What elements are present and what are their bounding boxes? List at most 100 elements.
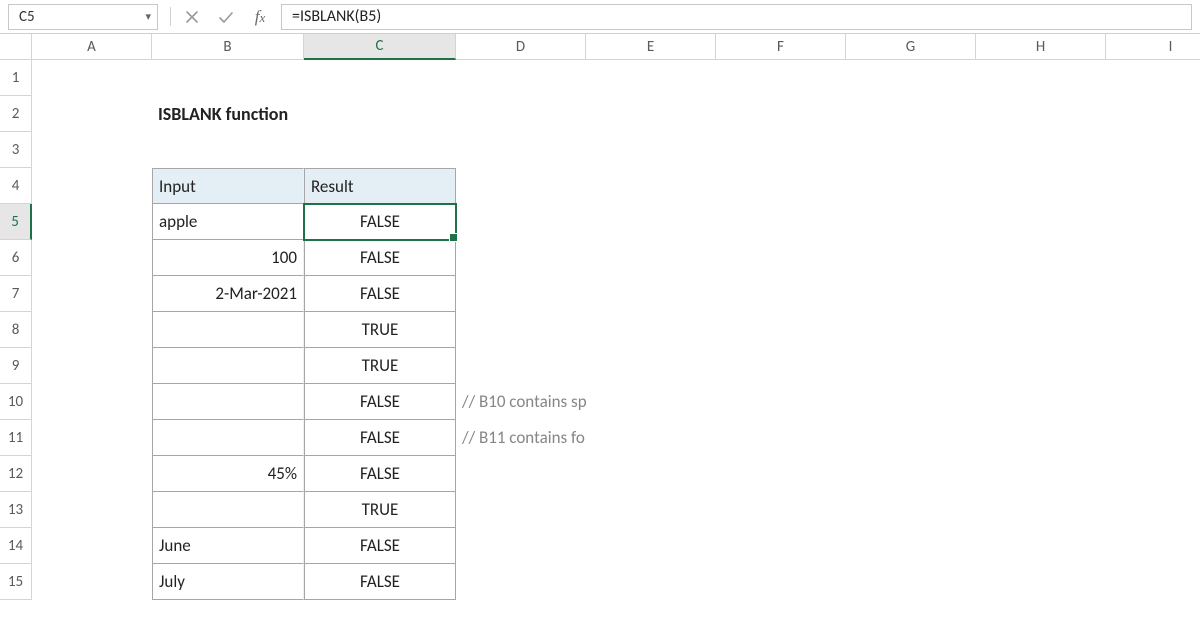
- cell-E6[interactable]: [586, 240, 716, 276]
- cell-B3[interactable]: [152, 132, 304, 168]
- row-header-7[interactable]: 7: [0, 276, 32, 312]
- cell-I7[interactable]: [1106, 276, 1200, 312]
- cell-F11[interactable]: [716, 420, 846, 456]
- cell-H9[interactable]: [976, 348, 1106, 384]
- cell-I11[interactable]: [1106, 420, 1200, 456]
- cell-A11[interactable]: [32, 420, 152, 456]
- cell-D4[interactable]: [456, 168, 586, 204]
- column-header-I[interactable]: I: [1106, 34, 1200, 60]
- cell-H6[interactable]: [976, 240, 1106, 276]
- cell-A15[interactable]: [32, 564, 152, 600]
- table-header-result[interactable]: Result: [304, 168, 456, 204]
- cell-D8[interactable]: [456, 312, 586, 348]
- table-cell-input[interactable]: [152, 312, 304, 348]
- cell-G1[interactable]: [846, 60, 976, 96]
- cell-D9[interactable]: [456, 348, 586, 384]
- name-box[interactable]: C5 ▾: [8, 4, 158, 30]
- table-cell-result[interactable]: FALSE: [304, 276, 456, 312]
- cell-A13[interactable]: [32, 492, 152, 528]
- cell-E15[interactable]: [586, 564, 716, 600]
- cell-C3[interactable]: [304, 132, 456, 168]
- row-header-3[interactable]: 3: [0, 132, 32, 168]
- cell-H15[interactable]: [976, 564, 1106, 600]
- cell-B1[interactable]: [152, 60, 304, 96]
- table-cell-result[interactable]: FALSE: [304, 528, 456, 564]
- row-header-9[interactable]: 9: [0, 348, 32, 384]
- cell-H14[interactable]: [976, 528, 1106, 564]
- table-cell-input[interactable]: 100: [152, 240, 304, 276]
- table-cell-result[interactable]: FALSE: [304, 564, 456, 600]
- cell-E5[interactable]: [586, 204, 716, 240]
- cell-H13[interactable]: [976, 492, 1106, 528]
- cell-F2[interactable]: [716, 96, 846, 132]
- row-header-6[interactable]: 6: [0, 240, 32, 276]
- table-cell-input[interactable]: apple: [152, 204, 304, 240]
- cell-A1[interactable]: [32, 60, 152, 96]
- row-header-14[interactable]: 14: [0, 528, 32, 564]
- cell-I2[interactable]: [1106, 96, 1200, 132]
- cell-G5[interactable]: [846, 204, 976, 240]
- cell-H10[interactable]: [976, 384, 1106, 420]
- cell-H8[interactable]: [976, 312, 1106, 348]
- table-cell-result[interactable]: TRUE: [304, 348, 456, 384]
- cell-E7[interactable]: [586, 276, 716, 312]
- column-header-G[interactable]: G: [846, 34, 976, 60]
- cell-H5[interactable]: [976, 204, 1106, 240]
- cell-H3[interactable]: [976, 132, 1106, 168]
- row-header-4[interactable]: 4: [0, 168, 32, 204]
- cell-H11[interactable]: [976, 420, 1106, 456]
- cell-I8[interactable]: [1106, 312, 1200, 348]
- cell-A6[interactable]: [32, 240, 152, 276]
- column-header-F[interactable]: F: [716, 34, 846, 60]
- cell-E10[interactable]: [586, 384, 716, 420]
- column-header-B[interactable]: B: [152, 34, 304, 60]
- cell-F15[interactable]: [716, 564, 846, 600]
- cell-E11[interactable]: [586, 420, 716, 456]
- cell-F6[interactable]: [716, 240, 846, 276]
- cell-I10[interactable]: [1106, 384, 1200, 420]
- row-header-2[interactable]: 2: [0, 96, 32, 132]
- cell-E13[interactable]: [586, 492, 716, 528]
- cell-A7[interactable]: [32, 276, 152, 312]
- column-header-A[interactable]: A: [32, 34, 152, 60]
- table-cell-input[interactable]: 45%: [152, 456, 304, 492]
- table-cell-input[interactable]: [152, 348, 304, 384]
- column-header-E[interactable]: E: [586, 34, 716, 60]
- row-header-8[interactable]: 8: [0, 312, 32, 348]
- cell-F14[interactable]: [716, 528, 846, 564]
- row-header-1[interactable]: 1: [0, 60, 32, 96]
- cell-H1[interactable]: [976, 60, 1106, 96]
- fx-icon[interactable]: fx: [247, 4, 273, 30]
- table-cell-result[interactable]: FALSE: [304, 204, 456, 240]
- cell-D13[interactable]: [456, 492, 586, 528]
- cell-D15[interactable]: [456, 564, 586, 600]
- table-cell-input[interactable]: 2-Mar-2021: [152, 276, 304, 312]
- cell-D1[interactable]: [456, 60, 586, 96]
- cell-H2[interactable]: [976, 96, 1106, 132]
- cell-D2[interactable]: [456, 96, 586, 132]
- cell-E4[interactable]: [586, 168, 716, 204]
- cell-G3[interactable]: [846, 132, 976, 168]
- table-cell-input[interactable]: [152, 384, 304, 420]
- cell-I9[interactable]: [1106, 348, 1200, 384]
- cell-E8[interactable]: [586, 312, 716, 348]
- cell-A9[interactable]: [32, 348, 152, 384]
- cell-E12[interactable]: [586, 456, 716, 492]
- cell-A2[interactable]: [32, 96, 152, 132]
- cell-G15[interactable]: [846, 564, 976, 600]
- table-cell-input[interactable]: [152, 420, 304, 456]
- cell-F1[interactable]: [716, 60, 846, 96]
- cell-A4[interactable]: [32, 168, 152, 204]
- row-header-15[interactable]: 15: [0, 564, 32, 600]
- table-cell-result[interactable]: TRUE: [304, 312, 456, 348]
- cell-I14[interactable]: [1106, 528, 1200, 564]
- cell-H4[interactable]: [976, 168, 1106, 204]
- cell-D14[interactable]: [456, 528, 586, 564]
- cell-F3[interactable]: [716, 132, 846, 168]
- table-cell-result[interactable]: FALSE: [304, 240, 456, 276]
- cell-H12[interactable]: [976, 456, 1106, 492]
- cell-G11[interactable]: [846, 420, 976, 456]
- cell-I5[interactable]: [1106, 204, 1200, 240]
- table-cell-input[interactable]: July: [152, 564, 304, 600]
- cell-D3[interactable]: [456, 132, 586, 168]
